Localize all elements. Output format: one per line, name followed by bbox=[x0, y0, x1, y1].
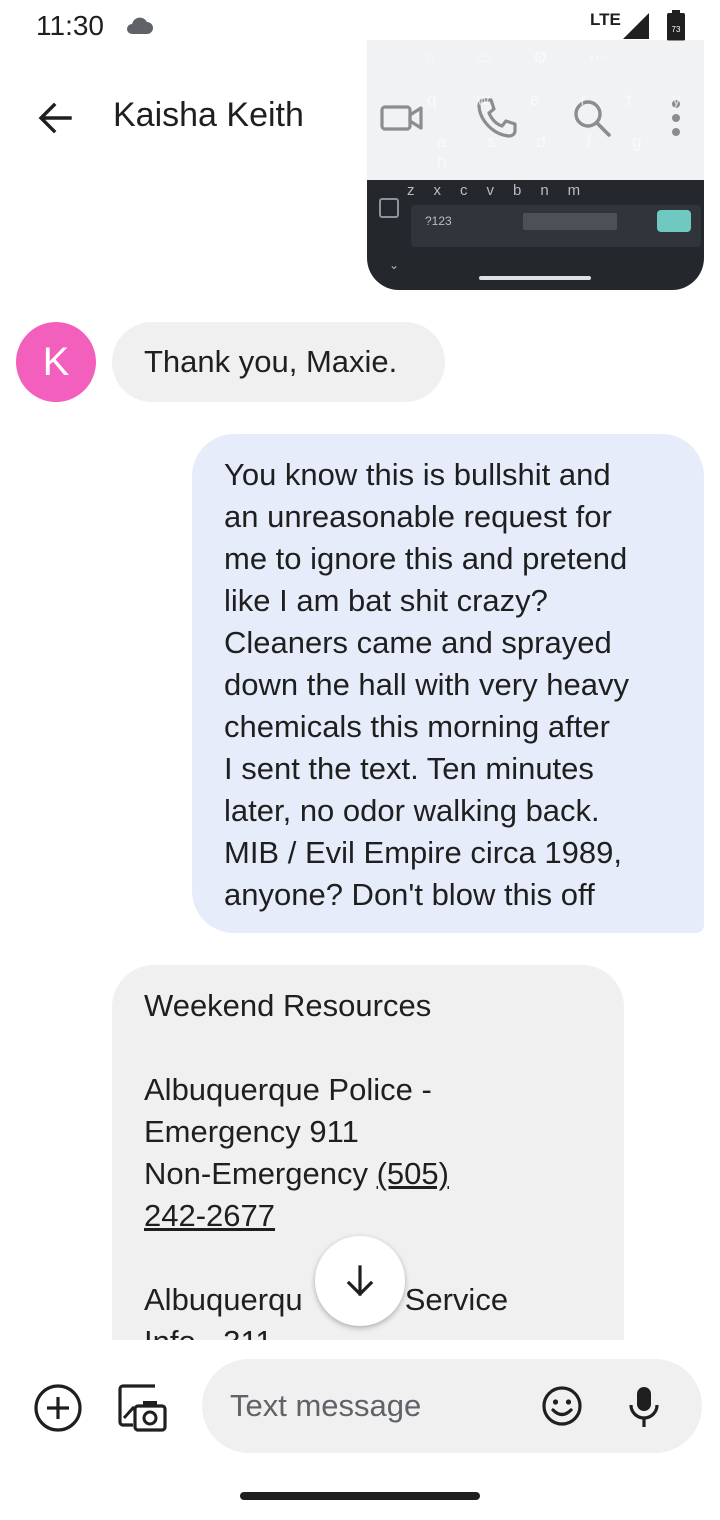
keyboard-preview-bottom bbox=[367, 180, 704, 290]
keyboard-bottom-row bbox=[411, 205, 701, 247]
message-line bbox=[144, 1027, 594, 1069]
message-line: Albuquerque Police - bbox=[144, 1072, 432, 1107]
emoji-icon[interactable] bbox=[540, 1384, 584, 1428]
message-input-placeholder[interactable]: Text message bbox=[230, 1388, 421, 1424]
video-call-icon[interactable] bbox=[378, 94, 426, 142]
arrow-down-icon bbox=[346, 1265, 374, 1297]
phone-number-link-continued[interactable]: 242-2677 bbox=[144, 1198, 275, 1233]
keyboard-key-row: zxcvbnm bbox=[407, 182, 600, 199]
message-line: me to ignore this and pretend bbox=[224, 541, 628, 576]
message-line: Emergency 911 bbox=[144, 1114, 359, 1149]
message-line: Weekend Resources bbox=[144, 988, 432, 1023]
message-line: Cleaners came and sprayed bbox=[224, 625, 612, 660]
microphone-icon[interactable] bbox=[626, 1384, 662, 1430]
message-text: Albuquerqu bbox=[144, 1282, 303, 1317]
keyboard-collapse-icon: ⌄ bbox=[389, 258, 400, 272]
battery-level: 73 bbox=[672, 25, 681, 34]
message-line: 242-2677 bbox=[144, 1195, 594, 1237]
message-line: You know this is bullshit and bbox=[224, 457, 611, 492]
scroll-to-bottom-button[interactable] bbox=[315, 1236, 405, 1326]
more-vert-icon[interactable] bbox=[652, 94, 700, 142]
incoming-message-bubble[interactable]: Thank you, Maxie. bbox=[112, 322, 445, 402]
message-line: down the hall with very heavy bbox=[224, 667, 629, 702]
message-text: Thank you, Maxie. bbox=[144, 344, 398, 379]
message-line: an unreasonable request for bbox=[224, 499, 612, 534]
phone-number-link[interactable]: (505) bbox=[377, 1156, 449, 1191]
gallery-icon[interactable] bbox=[115, 1380, 169, 1436]
search-icon[interactable] bbox=[568, 94, 616, 142]
message-text: Non-Emergency bbox=[144, 1156, 377, 1191]
network-type-label: LTE bbox=[590, 10, 621, 29]
message-line: later, no odor walking back. bbox=[224, 793, 600, 828]
keyboard-handle bbox=[479, 276, 591, 280]
avatar[interactable]: K bbox=[16, 322, 96, 402]
back-arrow-icon[interactable] bbox=[30, 92, 82, 144]
message-line: like I am bat shit crazy? bbox=[224, 583, 548, 618]
message-line: Non-Emergency (505) bbox=[144, 1153, 594, 1195]
status-time: 11:30 bbox=[36, 10, 104, 41]
cloud-icon bbox=[127, 17, 153, 34]
signal-icon bbox=[623, 13, 649, 39]
battery-icon: 73 bbox=[667, 10, 685, 41]
message-line: MIB / Evil Empire circa 1989, bbox=[224, 835, 622, 870]
phone-icon[interactable] bbox=[472, 94, 520, 142]
conversation-app-bar: Kaisha Keith bbox=[0, 72, 720, 162]
spacebar bbox=[523, 213, 617, 230]
add-attachment-icon[interactable] bbox=[32, 1382, 84, 1434]
message-line: I sent the text. Ten minutes bbox=[224, 751, 594, 786]
keyboard-search-icon bbox=[657, 210, 691, 232]
home-indicator[interactable] bbox=[240, 1492, 480, 1500]
contact-name[interactable]: Kaisha Keith bbox=[113, 96, 304, 135]
outgoing-message-bubble[interactable]: You know this is bullshit and an unreaso… bbox=[192, 434, 704, 933]
message-line: anyone? Don't blow this off bbox=[224, 877, 595, 912]
message-line: chemicals this morning after bbox=[224, 709, 610, 744]
status-bar: 11:30 LTE 73 bbox=[0, 0, 720, 56]
symbols-key: ?123 bbox=[425, 214, 452, 228]
clipboard-icon bbox=[379, 198, 399, 218]
